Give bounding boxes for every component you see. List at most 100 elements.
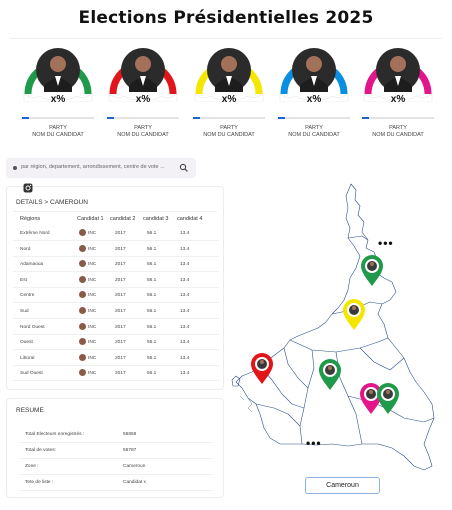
cameroon-map[interactable]: [228, 182, 450, 482]
region-cell: Sud: [20, 309, 29, 314]
country-button[interactable]: Cameroun: [305, 477, 380, 494]
region-cell: Nord Ouest: [20, 324, 45, 330]
table-row[interactable]: Sud INC 2017 56.1 13.4: [7, 304, 225, 319]
table-row[interactable]: Sud Ouest INC 2017 56.1 13.4: [7, 366, 225, 382]
table-header: Régions Candidat 1 candidat 2 candidat 3…: [7, 216, 225, 226]
region-cell: Nord: [20, 246, 31, 252]
progress-bar: [278, 117, 350, 119]
cell: 13.4: [180, 324, 190, 330]
region-cell: Ouest: [20, 340, 33, 346]
details-panel: DETAILS > CAMEROUN Régions Candidat 1 ca…: [6, 183, 225, 390]
summary-label: Total de votes:: [25, 448, 56, 453]
summary-row: Tete de liste : Candidat x: [7, 475, 225, 491]
candidate-portrait: [108, 48, 178, 102]
details-title: DETAILS > CAMEROUN: [16, 199, 88, 206]
table-row[interactable]: Est INC 2017 56.1 13.4: [7, 273, 225, 288]
cell: 13.4: [180, 277, 190, 283]
progress-bar: [193, 117, 265, 119]
search-icon[interactable]: [178, 162, 190, 174]
avatar: [79, 322, 86, 330]
candidate-name: NOM DU CANDIDAT: [203, 132, 255, 138]
summary-row: Total de votes: 56787: [7, 443, 225, 459]
cell: 56.1: [147, 340, 157, 346]
cell: 56.1: [147, 277, 157, 283]
party-label: PARTY: [220, 125, 238, 131]
coast-line: [239, 395, 245, 401]
cell: 2017: [115, 231, 126, 236]
region-cell: Adamaoua: [20, 262, 44, 268]
candidate-name: NOM DU CANDIDAT: [288, 132, 340, 138]
map-pin[interactable]: [343, 299, 365, 330]
candidate-info: PARTY NOM DU CANDIDAT: [12, 125, 104, 139]
table-row[interactable]: Ouest INC 2017 56.1 13.4: [7, 335, 225, 351]
candidate-info: PARTY NOM DU CANDIDAT: [352, 125, 444, 139]
cell: 2017: [115, 262, 126, 268]
region-cell: Littoral: [20, 355, 35, 361]
table-row[interactable]: Centre INC 2017 56.1 13.4: [7, 288, 225, 304]
summary-value: Cameroun: [123, 464, 146, 469]
cell: 2017: [115, 277, 126, 283]
cell: 56.1: [147, 262, 157, 268]
cell: 2017: [115, 246, 126, 252]
cell: INC: [88, 355, 97, 361]
table-row[interactable]: Extrême Nord INC 2017 56.1 13.4: [7, 226, 225, 241]
avatar: [79, 353, 86, 361]
search-bar[interactable]: par région, departement, arrondissement,…: [6, 158, 196, 178]
candidate-name: NOM DU CANDIDAT: [117, 132, 169, 138]
summary-row: Zone : Cameroun: [7, 459, 225, 475]
cell: INC: [88, 277, 97, 283]
cell: 2017: [115, 340, 126, 346]
instagram-icon[interactable]: [23, 183, 33, 193]
progress-bar: [22, 117, 94, 119]
summary-label: Total Electeurs enregistrés :: [25, 432, 85, 437]
avatar: [79, 307, 86, 314]
progress-bar: [362, 117, 434, 119]
cell: 13.4: [180, 371, 190, 377]
region-border: [347, 235, 369, 241]
progress-bar: [107, 117, 179, 119]
resume-title: RESUME: [16, 407, 44, 414]
avatar: [79, 291, 86, 299]
divider: [13, 211, 217, 212]
more-indicator[interactable]: •••: [378, 236, 394, 250]
map-pin[interactable]: [319, 359, 341, 390]
cell: 13.4: [180, 309, 190, 314]
table-row[interactable]: Adamaoua INC 2017 56.1 13.4: [7, 257, 225, 273]
column-header: Candidat 1: [77, 216, 104, 222]
avatar: [79, 369, 86, 377]
map-pin[interactable]: [377, 383, 399, 414]
summary-value: 56787: [123, 448, 137, 453]
coast-line: [247, 397, 253, 413]
bullet-icon: [13, 166, 17, 170]
region-cell: Est: [20, 277, 27, 283]
country-outline: [235, 183, 435, 471]
party-label: PARTY: [49, 125, 67, 131]
map-pin[interactable]: [361, 255, 383, 286]
candidate-info: PARTY NOM DU CANDIDAT: [97, 125, 189, 139]
region-border: [283, 347, 309, 389]
cell: 13.4: [180, 231, 190, 236]
party-label: PARTY: [305, 125, 323, 131]
candidate-name: NOM DU CANDIDAT: [372, 132, 424, 138]
avatar: [79, 244, 86, 252]
column-header: candidat 2: [110, 216, 136, 222]
table-row[interactable]: Nord Ouest INC 2017 56.1 13.4: [7, 320, 225, 335]
column-header: candidat 3: [143, 216, 169, 222]
region-border: [299, 349, 315, 445]
cell: 13.4: [180, 262, 190, 268]
map-pin[interactable]: [251, 353, 273, 384]
cell: 56.1: [147, 371, 157, 377]
resume-panel: RESUME Total Electeurs enregistrés : 5686…: [6, 398, 224, 498]
cell: 56.1: [147, 324, 157, 330]
candidate-portrait: [363, 48, 433, 102]
table-row[interactable]: Littoral INC 2017 56.1 13.4: [7, 351, 225, 366]
table-row[interactable]: Nord INC 2017 56.1 13.4: [7, 242, 225, 257]
cell: 13.4: [180, 340, 190, 346]
divider: [13, 380, 219, 382]
page-title: Elections Présidentielles 2025: [78, 8, 374, 28]
candidate-percent: x%: [306, 94, 322, 105]
cell: INC: [88, 340, 97, 346]
more-indicator[interactable]: •••: [306, 436, 322, 450]
avatar: [79, 275, 86, 283]
candidate-portrait: [23, 48, 93, 102]
